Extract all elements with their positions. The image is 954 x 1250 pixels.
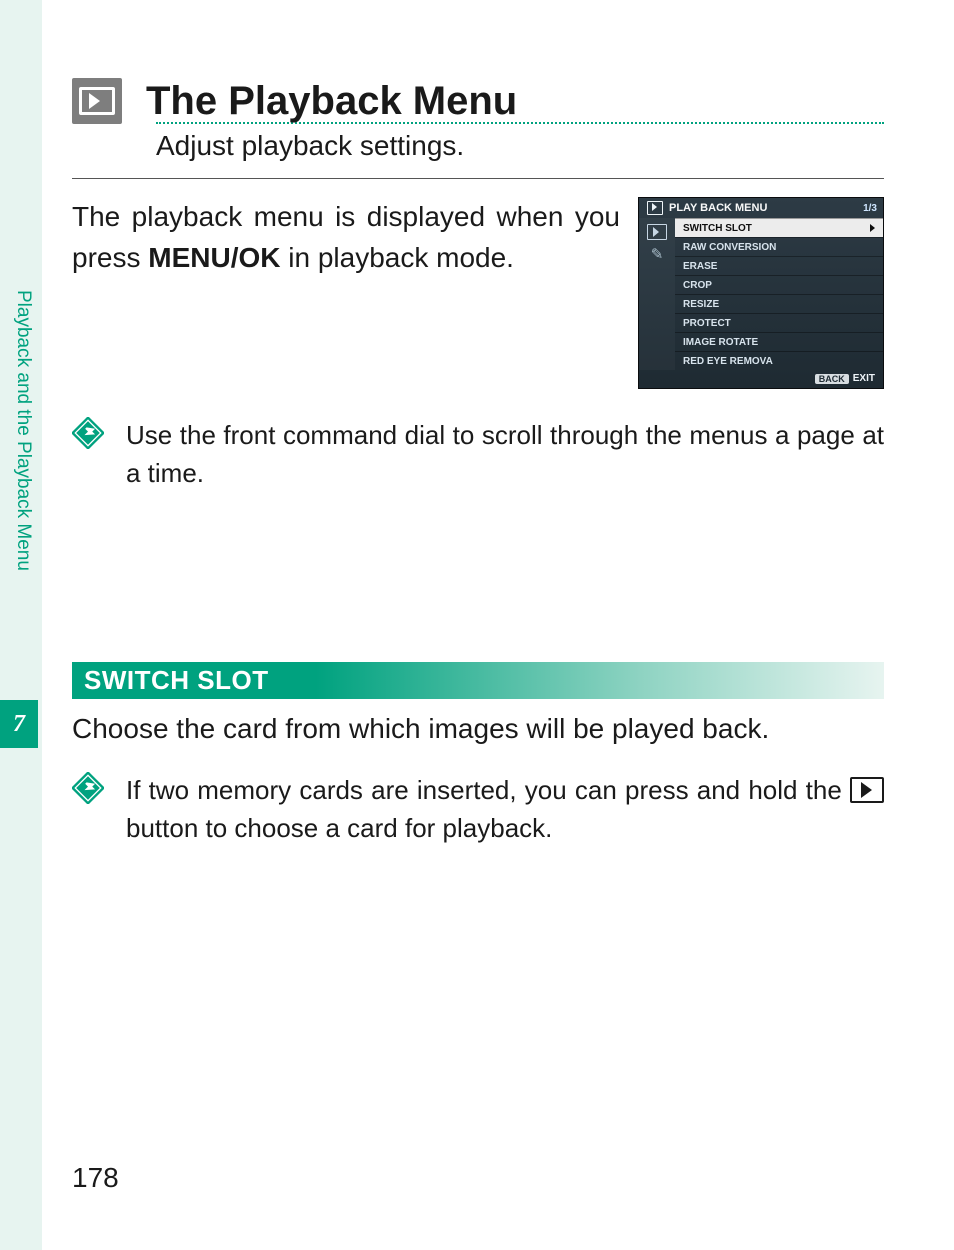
page-title: The Playback Menu bbox=[146, 79, 517, 124]
playback-section-icon bbox=[72, 78, 122, 124]
lcd-menu-item: RAW CONVERSION bbox=[675, 237, 883, 256]
section-header-bar: SWITCH SLOT bbox=[72, 662, 884, 699]
chapter-tab: 7 bbox=[0, 700, 38, 748]
lcd-menu-item: CROP bbox=[675, 275, 883, 294]
lcd-sidebar-tabs: ✎ bbox=[639, 218, 675, 370]
lcd-menu-item: RESIZE bbox=[675, 294, 883, 313]
lcd-exit-label: EXIT bbox=[853, 373, 875, 384]
lcd-footer: BACK EXIT bbox=[639, 370, 883, 384]
lcd-menu-item: ERASE bbox=[675, 256, 883, 275]
intro-text-2: in playback mode. bbox=[280, 242, 513, 273]
play-icon bbox=[79, 87, 115, 115]
page-number: 178 bbox=[72, 1162, 119, 1194]
menu-ok-keycap: MENU/OK bbox=[148, 242, 280, 273]
setup-tab-icon: ✎ bbox=[648, 248, 666, 262]
lcd-page-indicator: 1/3 bbox=[863, 203, 877, 214]
tip-diamond-icon bbox=[72, 772, 104, 804]
play-tab-icon bbox=[647, 224, 667, 240]
tip-text-1: Use the front command dial to scroll thr… bbox=[126, 417, 884, 492]
camera-lcd-screenshot: PLAY BACK MENU 1/3 ✎ SWITCH SLOT RAW CON… bbox=[638, 197, 884, 389]
tip2-part1: If two memory cards are inserted, you ca… bbox=[126, 775, 850, 805]
tip2-part2: button to choose a card for playback. bbox=[126, 813, 552, 843]
tip-diamond-icon bbox=[72, 417, 104, 449]
horizontal-rule bbox=[72, 178, 884, 179]
lcd-header: PLAY BACK MENU 1/3 bbox=[639, 198, 883, 218]
chapter-number: 7 bbox=[13, 711, 25, 738]
section-body: Choose the card from which images will b… bbox=[72, 709, 884, 750]
lcd-title: PLAY BACK MENU bbox=[669, 202, 767, 214]
lcd-back-badge: BACK bbox=[815, 374, 849, 384]
intro-paragraph: The playback menu is displayed when you … bbox=[72, 197, 620, 278]
lcd-menu-item: SWITCH SLOT bbox=[675, 218, 883, 237]
lcd-menu-item: IMAGE ROTATE bbox=[675, 332, 883, 351]
lcd-menu-item: RED EYE REMOVA bbox=[675, 351, 883, 370]
lcd-menu-list: SWITCH SLOT RAW CONVERSION ERASE CROP RE… bbox=[675, 218, 883, 370]
page-subtitle: Adjust playback settings. bbox=[156, 130, 884, 162]
chapter-vertical-label: Playback and the Playback Menu bbox=[6, 290, 34, 690]
tip-text-2: If two memory cards are inserted, you ca… bbox=[126, 772, 884, 847]
lcd-menu-item: PROTECT bbox=[675, 313, 883, 332]
playback-button-icon bbox=[850, 777, 884, 803]
play-icon bbox=[647, 201, 663, 215]
